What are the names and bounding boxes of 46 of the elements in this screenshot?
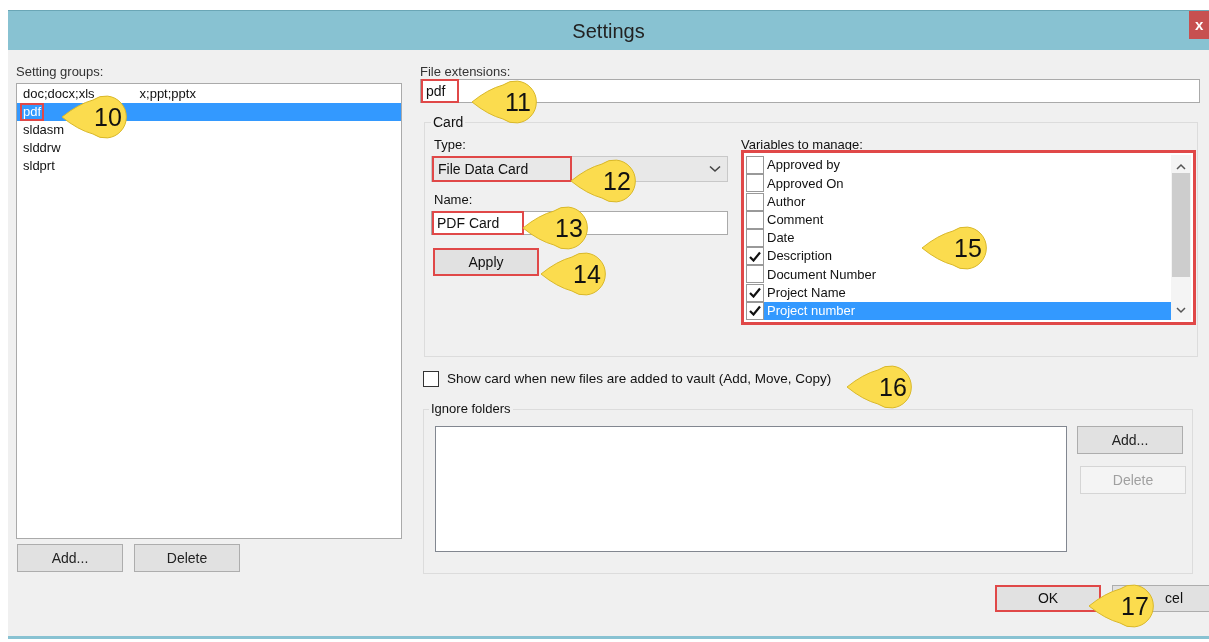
list-item[interactable]: Project Name — [764, 283, 848, 302]
checkbox[interactable] — [746, 283, 764, 302]
checkbox[interactable] — [746, 192, 764, 211]
button[interactable]: Delete — [134, 544, 240, 572]
checkbox[interactable] — [423, 371, 439, 388]
list-item[interactable]: Approved On — [764, 174, 846, 193]
scrollbar-thumb[interactable] — [1172, 173, 1190, 277]
list-label: Variables to manage: — [741, 137, 864, 153]
scroll-up-icon[interactable] — [1176, 163, 1186, 171]
field-label: File extensions: — [420, 64, 512, 80]
button[interactable]: Add... — [1077, 426, 1183, 455]
callout-tooltip: 13 — [521, 205, 591, 251]
checkbox-label: Show card when new files are added to vault (Add, Move, Copy) — [447, 370, 832, 388]
field-label: Type: — [433, 137, 467, 153]
list-item[interactable]: Author — [764, 192, 808, 211]
callout-tooltip: 15 — [920, 225, 990, 271]
field-label: Name: — [433, 192, 474, 208]
list-item[interactable]: Document Number — [764, 265, 879, 284]
close-button[interactable]: x — [1189, 11, 1209, 39]
ok-button[interactable]: OK — [995, 585, 1101, 613]
list-item-text: x;ppt;pptx — [139, 87, 196, 101]
button[interactable]: Add... — [17, 544, 123, 572]
group-legend: Card — [431, 114, 466, 130]
scroll-down-icon[interactable] — [1176, 306, 1186, 314]
window-title: Settings — [572, 18, 645, 44]
callout-tooltip: 17 — [1087, 583, 1157, 629]
checkbox[interactable] — [746, 156, 764, 175]
list-label: Setting groups: — [16, 64, 105, 80]
callout-tooltip: 12 — [569, 158, 639, 204]
list-item[interactable]: slddrw — [17, 139, 401, 157]
scrollbar[interactable] — [1171, 155, 1191, 320]
list-item[interactable]: Comment — [764, 210, 826, 229]
list-item[interactable]: sldprt — [17, 157, 401, 175]
checkbox[interactable] — [746, 174, 764, 193]
apply-button[interactable]: Apply — [433, 248, 539, 276]
list-item[interactable]: doc;docx;xls x;ppt;pptx — [17, 85, 401, 103]
checkbox[interactable] — [746, 265, 764, 284]
callout-tooltip: 14 — [539, 251, 609, 297]
callout-tooltip: 16 — [845, 364, 915, 410]
list-item[interactable]: Date — [764, 229, 797, 247]
callout-tooltip: 11 — [470, 79, 540, 125]
list-item[interactable]: Description — [764, 247, 835, 266]
checkbox[interactable] — [746, 247, 764, 266]
list-item[interactable]: Approved by — [764, 156, 842, 175]
group-legend: Ignore folders — [429, 401, 513, 418]
caret-icon — [709, 165, 721, 173]
